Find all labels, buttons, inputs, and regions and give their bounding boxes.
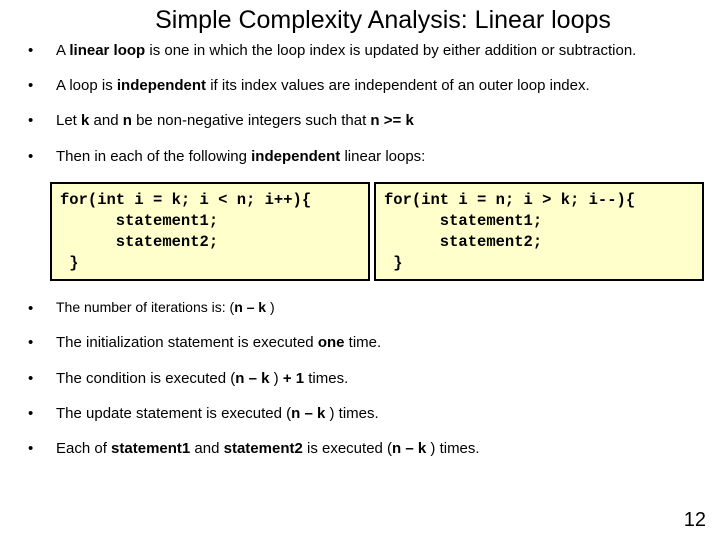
text: is one in which the loop index is update… [145,42,636,59]
text: is executed ( [303,440,392,457]
text: and [190,440,223,457]
text: if its index values are independent of a… [206,77,590,94]
bold-text: n – k [234,299,266,315]
code-box-increment: for(int i = k; i < n; i++){ statement1; … [50,182,370,282]
bold-text: linear loop [69,42,145,59]
text: The update statement is executed ( [56,405,291,422]
bold-text: n – k [291,405,325,422]
code-row: for(int i = k; i < n; i++){ statement1; … [50,182,698,282]
bullet-4: Then in each of the following independen… [22,147,698,166]
bold-text: statement2 [224,440,303,457]
bold-text: n – k [392,440,426,457]
bold-text: statement1 [111,440,190,457]
bold-text: n >= k [370,112,413,129]
text: A loop is [56,77,117,94]
bullet-list-bottom: The number of iterations is: (n – k ) Th… [22,299,698,458]
bullet-5: The number of iterations is: (n – k ) [22,299,698,317]
text: time. [344,334,381,351]
bullet-9: Each of statement1 and statement2 is exe… [22,439,698,458]
text: The initialization statement is executed [56,334,318,351]
text: Let [56,112,81,129]
bullet-7: The condition is executed (n – k ) + 1 t… [22,369,698,388]
text: ) times. [325,405,378,422]
text: ) [266,299,275,315]
bold-text: independent [117,77,206,94]
slide: Simple Complexity Analysis: Linear loops… [0,0,720,540]
bold-text: + 1 [283,370,304,387]
text: linear loops: [340,148,425,165]
bullet-3: Let k and n be non-negative integers suc… [22,111,698,130]
bullet-6: The initialization statement is executed… [22,333,698,352]
text: ) times. [426,440,479,457]
bullet-8: The update statement is executed (n – k … [22,404,698,423]
text: A [56,42,69,59]
bullet-list-top: A linear loop is one in which the loop i… [22,41,698,166]
code-box-decrement: for(int i = n; i > k; i--){ statement1; … [374,182,704,282]
bullet-1: A linear loop is one in which the loop i… [22,41,698,60]
text: Then in each of the following [56,148,251,165]
slide-title: Simple Complexity Analysis: Linear loops [68,6,698,35]
bold-text: n [123,112,132,129]
bold-text: one [318,334,345,351]
page-number: 12 [684,509,706,532]
text: ) [269,370,282,387]
text: times. [304,370,348,387]
text: and [89,112,122,129]
bold-text: independent [251,148,340,165]
text: Each of [56,440,111,457]
bold-text: n – k [235,370,269,387]
bullet-2: A loop is independent if its index value… [22,76,698,95]
text: be non-negative integers such that [132,112,371,129]
text: The condition is executed ( [56,370,235,387]
text: The number of iterations is: ( [56,299,234,315]
